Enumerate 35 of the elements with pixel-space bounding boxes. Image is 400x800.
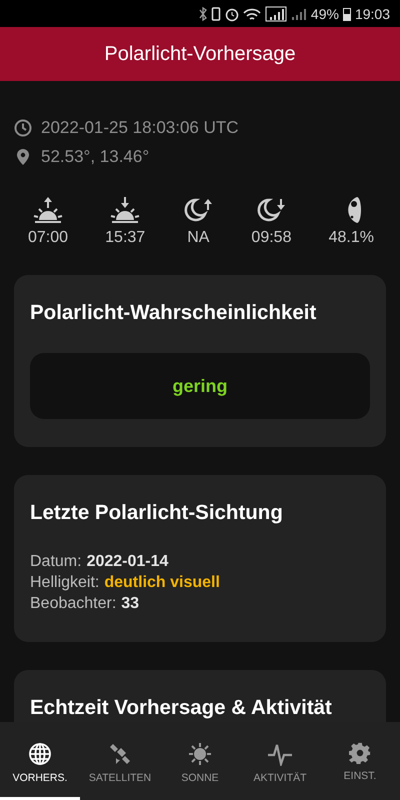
sun-icon [188, 742, 212, 766]
battery-percent: 49% [310, 6, 339, 22]
nav-tab[interactable]: AKTIVITÄT [240, 722, 320, 800]
field-value: deutlich visuell [104, 573, 220, 593]
vibrate-icon [210, 6, 221, 22]
astro-time: NA [187, 229, 210, 247]
pulse-icon [267, 742, 293, 766]
datetime-text: 2022-01-25 18:03:06 UTC [41, 118, 239, 138]
field-label: Datum: [30, 552, 82, 572]
clock-icon [14, 118, 32, 136]
nav-tab[interactable]: SONNE [160, 722, 240, 800]
field-value: 2022-01-14 [86, 552, 168, 572]
field-label: Helligkeit: [30, 573, 100, 593]
nav-tab[interactable]: SATELLITEN [80, 722, 160, 800]
clock-time: 19:03 [354, 6, 390, 22]
card-title: Echtzeit Vorhersage & Aktivität [30, 696, 333, 720]
bluetooth-icon [198, 6, 207, 22]
globe-icon [28, 742, 52, 766]
signal-icon [264, 6, 287, 22]
field-value: 33 [121, 594, 140, 614]
nav-tab[interactable]: VORHERS. [0, 722, 80, 800]
astro-time: 09:58 [251, 229, 292, 247]
settings-icon [349, 742, 371, 764]
nav-tab[interactable]: EINST. [320, 722, 400, 800]
location-text: 52.53°, 13.46° [41, 146, 150, 166]
field-label: Beobachter: [30, 594, 116, 614]
card-title: Polarlicht-Wahrscheinlichkeit [30, 301, 318, 325]
app-title: Polarlicht-Vorhersage [104, 42, 296, 66]
location-pin-icon [14, 148, 32, 166]
astro-time: 48.1% [328, 229, 374, 247]
battery-icon [342, 6, 351, 20]
probability-value: gering [172, 376, 228, 396]
astro-time: 07:00 [28, 229, 68, 247]
card-title: Letzte Polarlicht-Sichtung [30, 501, 284, 525]
astro-time: 15:37 [105, 229, 146, 247]
